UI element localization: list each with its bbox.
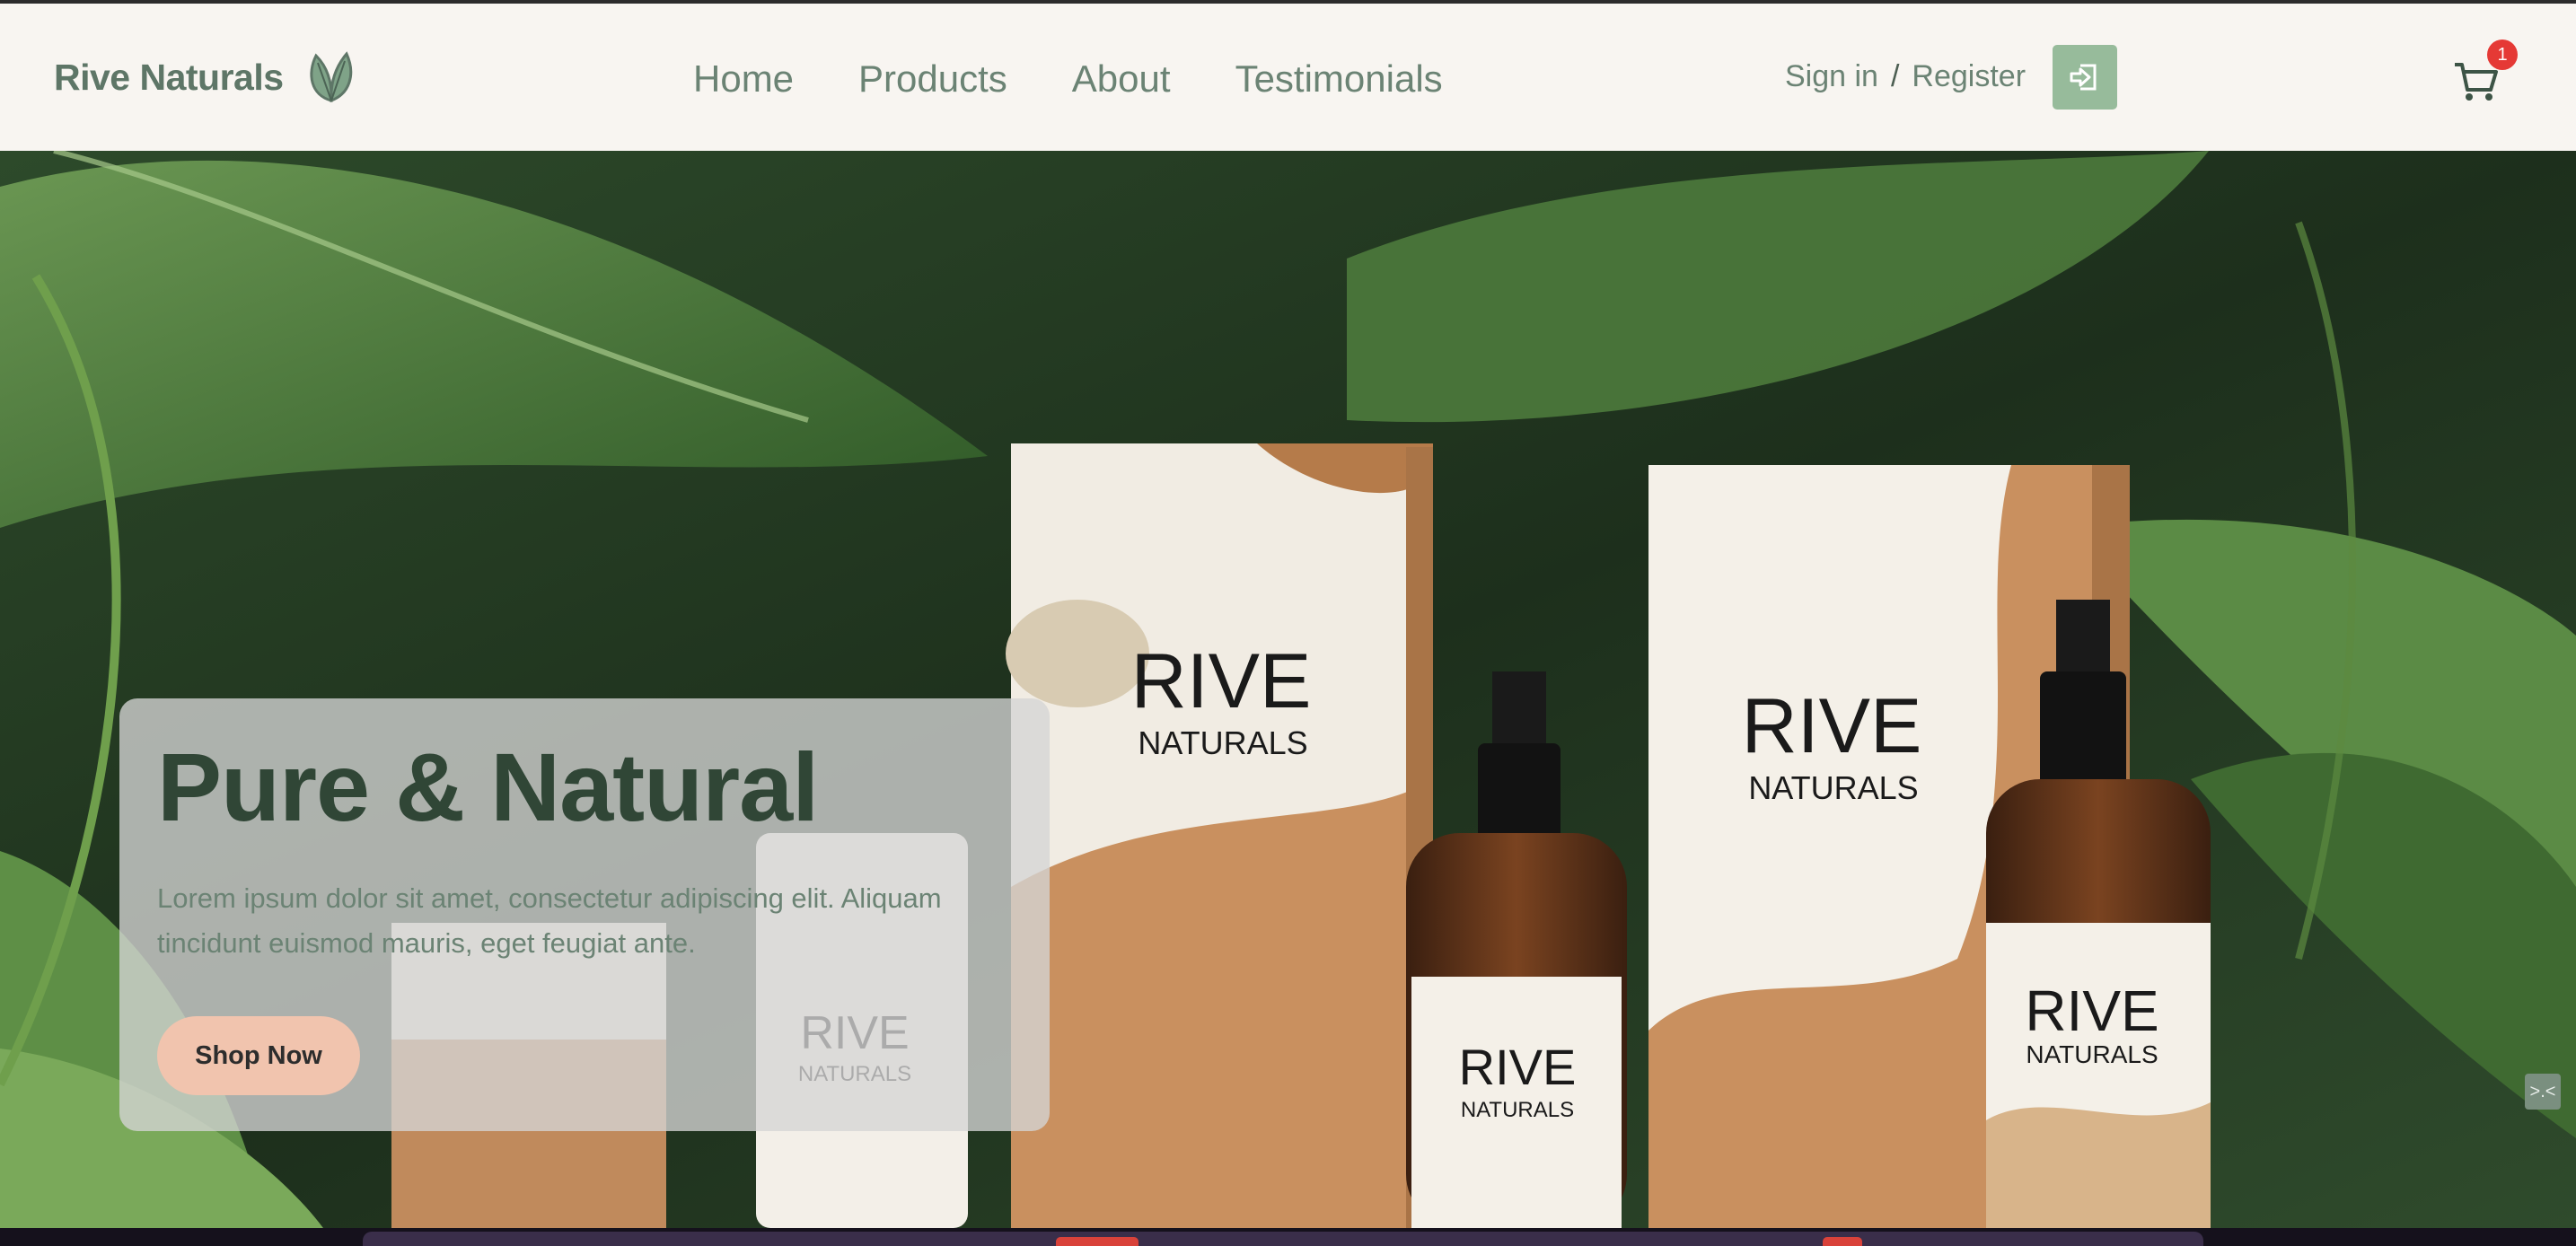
signin-link[interactable]: Sign in xyxy=(1785,59,1878,94)
hero-section: RIVE NATURALS RIVE NATURALS RIVE NATURAL… xyxy=(0,151,2576,1228)
hero-description: Lorem ipsum dolor sit amet, consectetur … xyxy=(157,882,942,959)
svg-text:NATURALS: NATURALS xyxy=(1748,769,1918,806)
svg-text:RIVE: RIVE xyxy=(2025,978,2158,1043)
auth-links: Sign in / Register xyxy=(1785,59,2026,94)
dock xyxy=(363,1232,2203,1246)
svg-text:RIVE: RIVE xyxy=(1742,683,1922,769)
leaf-icon xyxy=(309,51,352,103)
cart-count-badge: 1 xyxy=(2487,39,2518,70)
sign-out-icon xyxy=(2070,64,2097,91)
hero-title: Pure & Natural xyxy=(157,733,819,841)
register-link[interactable]: Register xyxy=(1912,59,2026,94)
main-nav: Home Products About Testimonials xyxy=(693,54,1508,104)
nav-home[interactable]: Home xyxy=(693,54,794,104)
site-header: Rive Naturals Home Products About Testim… xyxy=(0,4,2576,151)
hero-card: Pure & Natural Lorem ipsum dolor sit ame… xyxy=(119,698,1050,1131)
nav-about[interactable]: About xyxy=(1072,54,1171,104)
logout-button[interactable] xyxy=(2053,45,2117,110)
nav-products[interactable]: Products xyxy=(858,54,1007,104)
svg-text:NATURALS: NATURALS xyxy=(2026,1040,2158,1068)
nav-testimonials[interactable]: Testimonials xyxy=(1235,54,1443,104)
dock-app-icon[interactable] xyxy=(1823,1237,1862,1246)
collapse-arrows-icon[interactable]: >.< xyxy=(2525,1074,2561,1110)
svg-text:NATURALS: NATURALS xyxy=(1138,724,1307,761)
auth-separator: / xyxy=(1890,59,1900,93)
svg-text:RIVE: RIVE xyxy=(1459,1039,1577,1095)
svg-text:NATURALS: NATURALS xyxy=(1461,1098,1574,1122)
brand-name: Rive Naturals xyxy=(54,56,284,98)
shop-now-button[interactable]: Shop Now xyxy=(157,1016,360,1095)
dock-app-icon[interactable] xyxy=(1056,1237,1139,1246)
svg-text:RIVE: RIVE xyxy=(1131,638,1312,724)
brand-logo[interactable]: Rive Naturals xyxy=(54,50,357,104)
